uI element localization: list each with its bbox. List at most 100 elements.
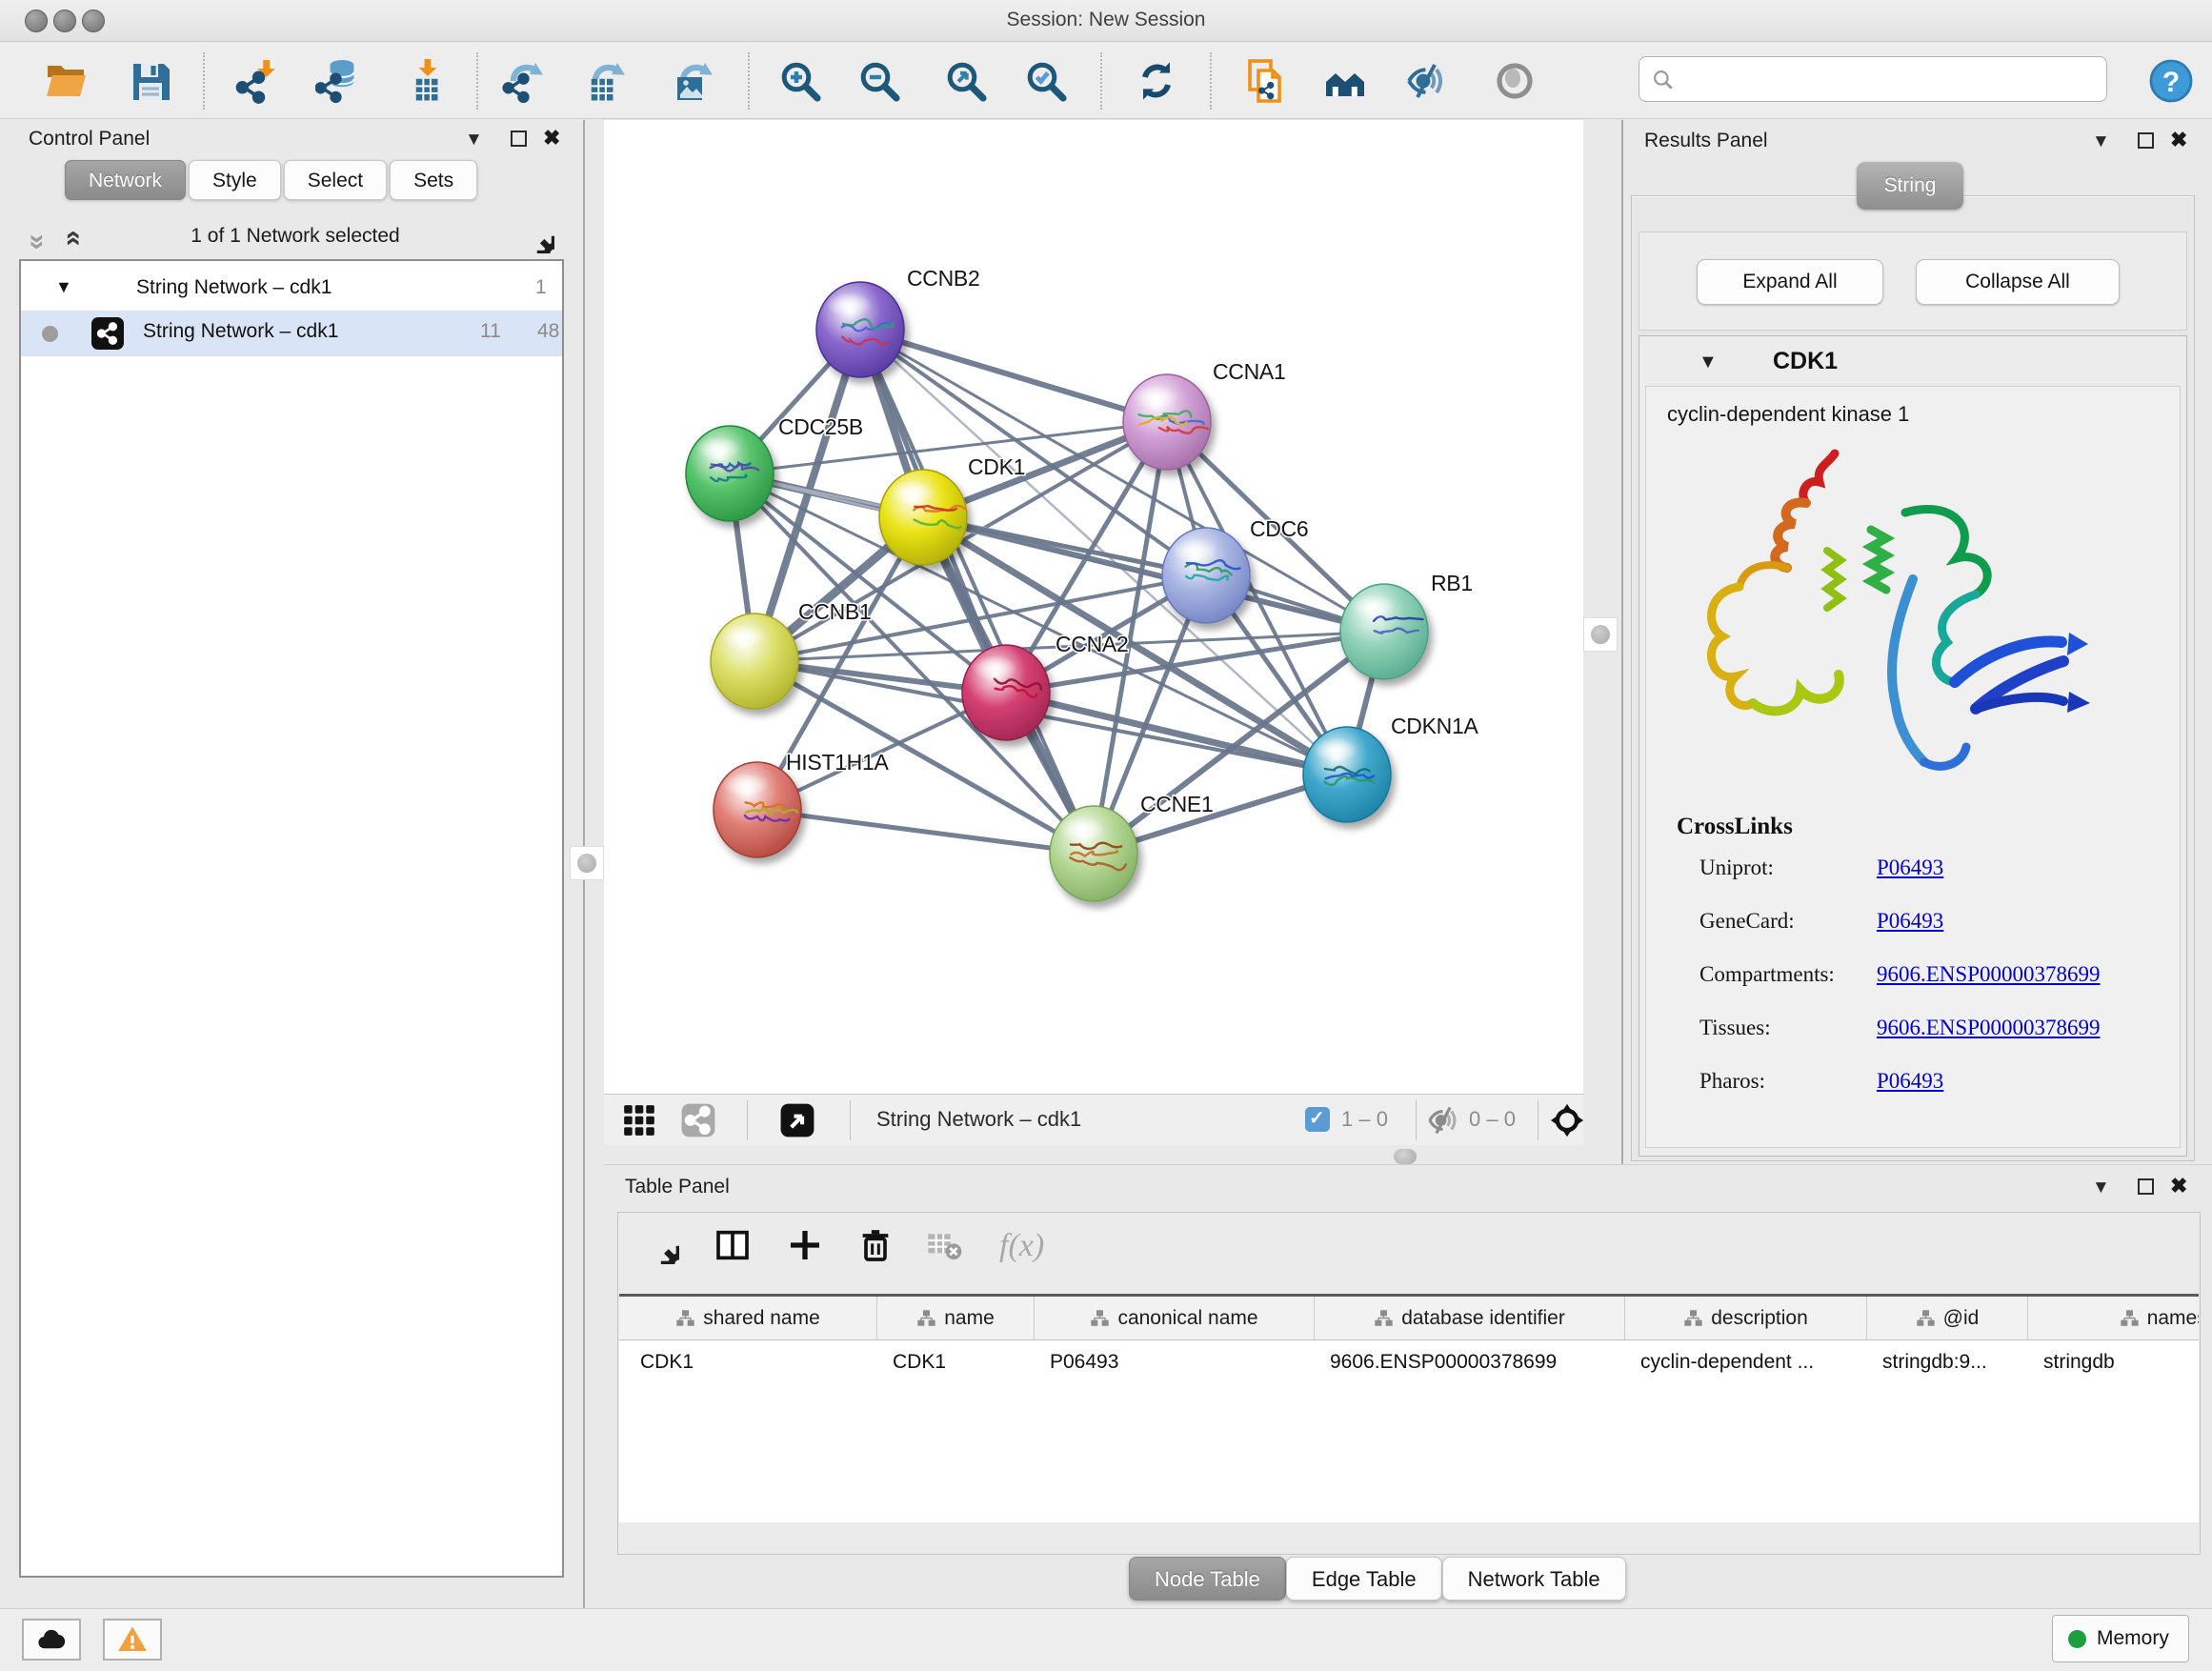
tab-style[interactable]: Style xyxy=(189,160,281,200)
crosslink-link[interactable]: 9606.ENSP00000378699 xyxy=(1877,962,2101,987)
column-header-@id[interactable]: @id xyxy=(1867,1297,2028,1340)
tab-string[interactable]: String xyxy=(1857,162,1963,210)
network-node-cdk1[interactable] xyxy=(879,470,967,565)
left-splitter-handle[interactable] xyxy=(570,846,604,880)
network-options-gear-icon[interactable] xyxy=(518,217,554,253)
network-collection-row[interactable]: ▼ String Network – cdk1 1 xyxy=(21,269,562,311)
zoom-in-icon[interactable] xyxy=(777,58,823,104)
zoom-selected-icon[interactable] xyxy=(1023,58,1069,104)
results-panel-float-icon[interactable]: ▼ xyxy=(2092,131,2110,152)
column-header-shared-name[interactable]: shared name xyxy=(619,1297,877,1340)
table-panel-maximize-icon[interactable] xyxy=(2138,1178,2154,1195)
crosslink-link[interactable]: P06493 xyxy=(1877,909,1943,934)
network-node-ccne1[interactable] xyxy=(1050,806,1137,901)
table-cell[interactable]: 9606.ENSP00000378699 xyxy=(1315,1341,1625,1383)
hide-selected-icon[interactable] xyxy=(1403,58,1449,104)
cloud-button[interactable] xyxy=(22,1619,81,1661)
table-cell[interactable]: P06493 xyxy=(1035,1341,1315,1383)
collapse-all-networks-icon[interactable]: » xyxy=(21,234,53,245)
results-panel-maximize-icon[interactable] xyxy=(2138,132,2154,149)
tab-select[interactable]: Select xyxy=(284,160,387,200)
hidden-eye-icon[interactable] xyxy=(1425,1102,1461,1138)
tab-network-table[interactable]: Network Table xyxy=(1442,1557,1626,1601)
tab-node-table[interactable]: Node Table xyxy=(1129,1557,1286,1601)
column-header-canonical-name[interactable]: canonical name xyxy=(1035,1297,1315,1340)
column-header-database-identifier[interactable]: database identifier xyxy=(1315,1297,1625,1340)
table-cell[interactable]: CDK1 xyxy=(877,1341,1035,1383)
table-panel-float-icon[interactable]: ▼ xyxy=(2092,1178,2110,1198)
table-cell[interactable]: stringdb xyxy=(2028,1341,2199,1383)
warnings-button[interactable] xyxy=(103,1619,162,1661)
network-node-ccna1[interactable] xyxy=(1123,374,1211,470)
right-splitter[interactable] xyxy=(1621,120,1623,1164)
home-icon[interactable] xyxy=(1322,58,1368,104)
search-input[interactable] xyxy=(1683,61,2099,97)
column-header-name[interactable]: name xyxy=(877,1297,1035,1340)
table-cell[interactable]: stringdb:9... xyxy=(1867,1341,2028,1383)
table-cell[interactable]: cyclin-dependent ... xyxy=(1625,1341,1867,1383)
delete-column-icon[interactable] xyxy=(856,1226,895,1264)
toolbar-separator xyxy=(748,52,750,110)
import-table-icon[interactable] xyxy=(405,58,451,104)
table-settings-gear-icon[interactable] xyxy=(641,1226,679,1264)
network-node-rb1[interactable] xyxy=(1340,584,1428,679)
network-row-selected[interactable]: String Network – cdk1 11 48 xyxy=(21,311,562,356)
selected-nodes-checkbox[interactable]: ✓ xyxy=(1305,1107,1330,1132)
results-panel-close-icon[interactable]: ✖ xyxy=(2170,128,2187,152)
show-all-icon[interactable] xyxy=(1492,58,1538,104)
add-column-icon[interactable] xyxy=(786,1226,824,1264)
control-panel-maximize-icon[interactable] xyxy=(511,131,527,147)
crosslink-link[interactable]: 9606.ENSP00000378699 xyxy=(1877,1016,2101,1040)
network-node-ccna2[interactable] xyxy=(962,645,1050,740)
network-node-ccnb2[interactable] xyxy=(816,282,904,377)
table-panel-close-icon[interactable]: ✖ xyxy=(2170,1174,2187,1198)
memory-button[interactable]: Memory xyxy=(2052,1615,2189,1662)
birdseye-view-icon[interactable] xyxy=(621,1102,657,1138)
show-columns-icon[interactable] xyxy=(714,1226,752,1264)
network-node-ccnb1[interactable] xyxy=(711,614,798,709)
network-node-cdc25b[interactable] xyxy=(686,426,774,521)
network-node-cdkn1a[interactable] xyxy=(1303,727,1391,822)
network-canvas[interactable]: CCNB2CCNA1CDC25BCDK1CDC6RB1CCNB1CCNA2CDK… xyxy=(604,120,1583,1094)
right-splitter-handle[interactable] xyxy=(1583,617,1618,652)
network-graph[interactable]: CCNB2CCNA1CDC25BCDK1CDC6RB1CCNB1CCNA2CDK… xyxy=(604,120,1583,1094)
import-network-icon[interactable] xyxy=(235,58,281,104)
help-icon[interactable]: ? xyxy=(2148,58,2194,104)
copy-network-icon[interactable] xyxy=(1243,58,1289,104)
expand-all-networks-icon[interactable]: » xyxy=(55,236,88,247)
table-cell[interactable]: CDK1 xyxy=(619,1341,877,1383)
hidden-count: 0 – 0 xyxy=(1469,1107,1516,1132)
gene-expander-icon[interactable]: ▼ xyxy=(1699,352,1718,373)
table-splitter-handle[interactable] xyxy=(1394,1149,1417,1164)
export-network-icon[interactable] xyxy=(502,58,548,104)
network-node-count: 11 xyxy=(480,320,501,343)
control-panel-close-icon[interactable]: ✖ xyxy=(543,126,560,151)
fit-content-crosshair-icon[interactable] xyxy=(1549,1102,1585,1138)
zoom-out-icon[interactable] xyxy=(856,58,902,104)
network-node-hist1h1a[interactable] xyxy=(714,762,801,857)
tab-edge-table[interactable]: Edge Table xyxy=(1286,1557,1442,1601)
gene-section: ▼ CDK1 cyclin-dependent kinase 1 xyxy=(1639,335,2187,1157)
collection-expander-icon[interactable]: ▼ xyxy=(55,277,72,297)
open-in-window-icon[interactable] xyxy=(779,1102,815,1138)
import-network-from-database-icon[interactable] xyxy=(315,58,361,104)
control-panel-float-icon[interactable]: ▼ xyxy=(465,130,483,151)
tab-sets[interactable]: Sets xyxy=(390,160,477,200)
save-session-icon[interactable] xyxy=(128,58,173,104)
export-table-icon[interactable] xyxy=(584,58,630,104)
expand-all-button[interactable]: Expand All xyxy=(1697,259,1883,305)
crosslink-link[interactable]: P06493 xyxy=(1877,1069,1943,1094)
network-type-icon xyxy=(91,317,124,350)
open-session-icon[interactable] xyxy=(44,58,90,104)
tab-network[interactable]: Network xyxy=(65,160,186,200)
export-image-icon[interactable] xyxy=(672,58,717,104)
zoom-fit-icon[interactable] xyxy=(943,58,989,104)
node-label-cdk1: CDK1 xyxy=(968,454,1025,479)
crosslink-link[interactable]: P06493 xyxy=(1877,856,1943,880)
table-row[interactable]: CDK1CDK1P064939606.ENSP00000378699cyclin… xyxy=(619,1341,2199,1383)
column-header-namespace[interactable]: namespace xyxy=(2028,1297,2199,1340)
refresh-icon[interactable] xyxy=(1134,58,1179,104)
collapse-all-button[interactable]: Collapse All xyxy=(1916,259,2120,305)
network-node-cdc6[interactable] xyxy=(1162,528,1250,623)
column-header-description[interactable]: description xyxy=(1625,1297,1867,1340)
